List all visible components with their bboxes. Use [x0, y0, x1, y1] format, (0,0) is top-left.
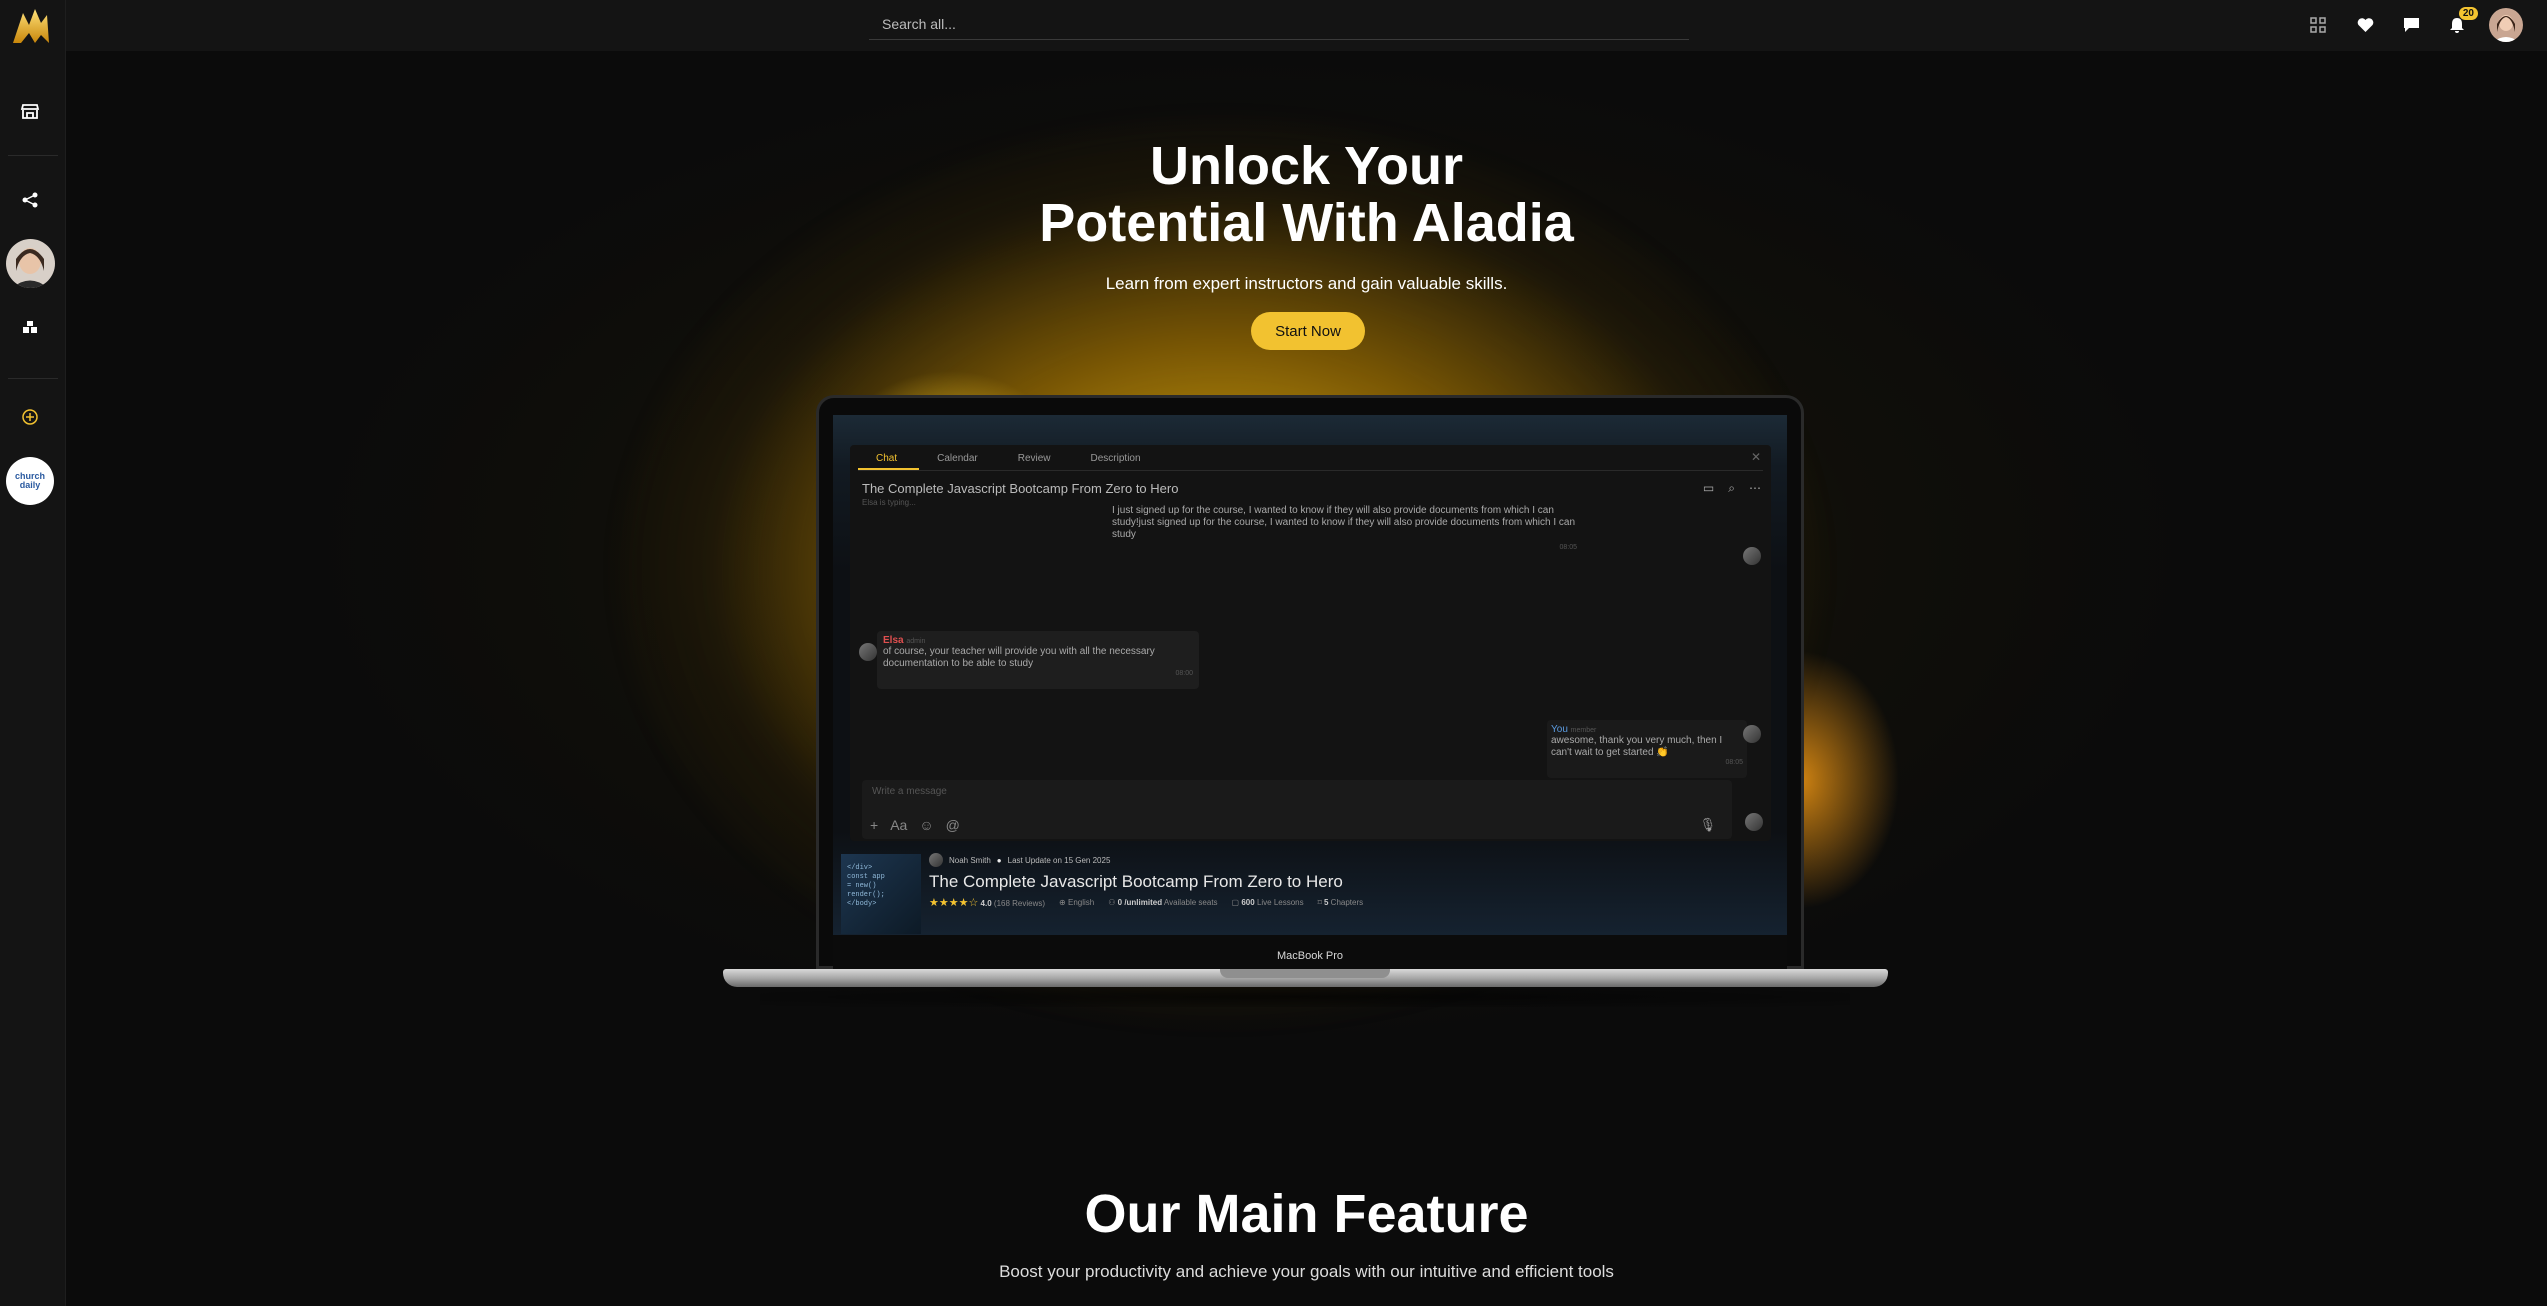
hero-title-line1: Unlock Your	[1149, 136, 1464, 196]
grid-icon[interactable]	[2303, 10, 2333, 40]
course-meta: ★★★★☆ 4.0 (168 Reviews) ⊕ English ⚇ 0 /u…	[929, 896, 1363, 909]
rating-stars-icon: ★★★★☆	[929, 897, 979, 909]
hero-title: Unlock Your Potential With Aladia	[66, 138, 2547, 252]
course-thumbnail: </div> const app = new() render(); </body>	[841, 854, 921, 934]
chapters-label: Chapters	[1330, 898, 1364, 907]
lessons-value: 600	[1241, 898, 1255, 907]
tab-chat[interactable]: Chat	[858, 445, 920, 470]
user-avatar[interactable]	[6, 239, 55, 288]
chapters-value: 5	[1323, 898, 1329, 907]
add-circle-icon[interactable]	[15, 402, 45, 432]
sidebar-divider	[8, 378, 58, 379]
message-avatar	[1743, 725, 1761, 743]
message-text: I just signed up for the course, I wante…	[1112, 505, 1576, 540]
composer-avatar	[1745, 813, 1763, 831]
folder-icon[interactable]: ▭	[1703, 481, 1714, 496]
sidebar-divider	[8, 155, 58, 156]
chat-course-title: The Complete Javascript Bootcamp From Ze…	[862, 481, 1179, 496]
chat-icon[interactable]	[2396, 10, 2426, 40]
more-icon[interactable]: ⋯	[1749, 481, 1761, 496]
language: English	[1067, 898, 1095, 907]
sidebar: church daily	[0, 0, 66, 1306]
course-card-title: The Complete Javascript Bootcamp From Ze…	[929, 872, 1343, 891]
store-icon[interactable]	[15, 96, 45, 126]
lessons-label: Live Lessons	[1256, 898, 1304, 907]
author-avatar	[929, 853, 943, 867]
seats-label: Available seats	[1163, 898, 1218, 907]
profile-avatar[interactable]	[2489, 8, 2523, 42]
tab-description[interactable]: Description	[1073, 445, 1163, 470]
search-input[interactable]	[869, 8, 1689, 39]
seats-value: 0 /unlimited	[1117, 898, 1163, 907]
tab-calendar[interactable]: Calendar	[919, 445, 1000, 470]
start-now-button[interactable]: Start Now	[1251, 312, 1365, 350]
close-icon[interactable]: ✕	[1751, 450, 1761, 464]
text-format-icon[interactable]: Aa	[890, 817, 907, 833]
emoji-icon[interactable]: ☺	[919, 817, 933, 833]
feature-subtitle: Boost your productivity and achieve your…	[999, 1262, 1614, 1281]
message-right: I just signed up for the course, I wante…	[1112, 505, 1577, 554]
course-card[interactable]: </div> const app = new() render(); </body> N…	[841, 849, 1787, 935]
last-update: Last Update on 15 Gen 2025	[1007, 855, 1111, 865]
message-time: 08:00	[1175, 670, 1193, 677]
message-text: of course, your teacher will provide you…	[883, 646, 1155, 669]
message-author: You	[1551, 724, 1568, 735]
message-role: member	[1570, 727, 1597, 734]
message-role: admin	[906, 638, 926, 645]
microphone-icon[interactable]: 🎙	[1699, 817, 1716, 833]
message-right: You member awesome, thank you very much,…	[1547, 720, 1747, 778]
bookmark-icon: ⌑	[1317, 898, 1322, 907]
search-icon[interactable]: ⌕	[1728, 481, 1735, 496]
typing-indicator: Elsa is typing...	[862, 498, 916, 507]
composer-placeholder: Write a message	[872, 786, 947, 797]
reviews-count: (168 Reviews)	[993, 899, 1046, 908]
laptop-shadow	[760, 987, 1850, 1007]
share-icon[interactable]	[15, 185, 45, 215]
message-left: Elsa admin of course, your teacher will …	[877, 631, 1199, 689]
message-time: 08:05	[1725, 759, 1743, 766]
mention-icon[interactable]: @	[946, 817, 960, 833]
message-author: Elsa	[883, 635, 904, 646]
organization-avatar[interactable]: church daily	[6, 457, 54, 505]
message-text: awesome, thank you very much, then I can…	[1551, 735, 1723, 758]
course-chat-panel: Chat Calendar Review Description ✕ The C…	[850, 445, 1771, 841]
laptop-screen: Chat Calendar Review Description ✕ The C…	[833, 415, 1787, 935]
message-time: 08:05	[1559, 544, 1577, 551]
panel-tabs: Chat Calendar Review Description	[858, 445, 1763, 471]
laptop-notch	[1220, 969, 1390, 978]
seats-icon: ⚇	[1108, 898, 1116, 907]
notification-badge: 20	[2458, 7, 2478, 20]
topbar: 20	[66, 0, 2547, 51]
organization-label: church daily	[14, 471, 45, 490]
hero-subtitle: Learn from expert instructors and gain v…	[1105, 274, 1508, 293]
course-author: Noah Smith ● Last Update on 15 Gen 2025	[929, 853, 1110, 867]
lessons-icon: ▢	[1231, 898, 1240, 907]
dot-icon: ●	[996, 855, 1002, 865]
message-composer[interactable]: Write a message + Aa ☺ @ 🎙	[862, 780, 1732, 839]
hero-title-line2: Potential With Aladia	[1039, 193, 1574, 253]
author-name: Noah Smith	[949, 855, 991, 865]
plus-icon[interactable]: +	[870, 817, 878, 833]
bell-icon[interactable]: 20	[2442, 7, 2478, 40]
heart-icon[interactable]	[2350, 10, 2380, 40]
message-avatar	[1743, 547, 1761, 565]
boxes-icon[interactable]	[15, 313, 45, 343]
aladia-logo[interactable]	[9, 5, 53, 49]
tab-review[interactable]: Review	[1000, 445, 1073, 470]
search-bar	[869, 8, 1689, 40]
message-avatar	[859, 643, 877, 661]
rating-value: 4.0	[980, 899, 992, 908]
feature-title: Our Main Feature	[1084, 1184, 1529, 1244]
chat-header-actions: ▭ ⌕ ⋯	[1703, 481, 1761, 496]
globe-icon: ⊕	[1059, 898, 1066, 907]
composer-tools: + Aa ☺ @	[870, 817, 960, 833]
laptop-label: MacBook Pro	[1276, 950, 1344, 962]
